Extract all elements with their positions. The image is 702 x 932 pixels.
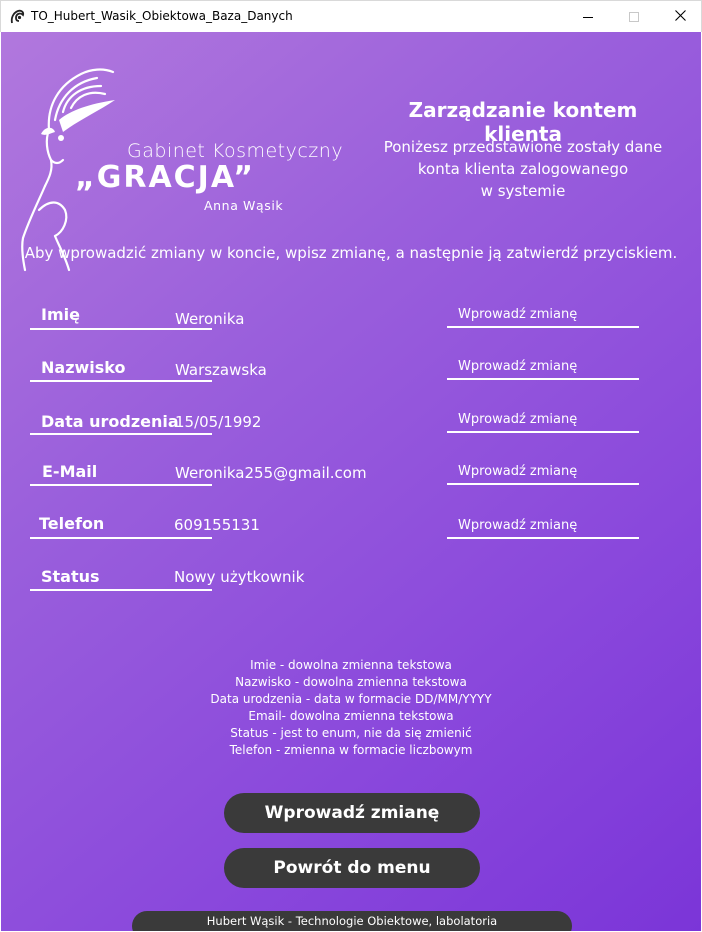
- minimize-icon: [583, 16, 593, 18]
- field-underline: [30, 380, 212, 382]
- minimize-button[interactable]: [565, 1, 611, 33]
- legend-line: Status - jest to enum, nie da się zmieni…: [230, 726, 472, 740]
- window-titlebar: TO_Hubert_Wasik_Obiektowa_Baza_Danych: [0, 0, 702, 32]
- phone-change-input[interactable]: [447, 513, 639, 539]
- field-value-birth-date: 15/05/1992: [175, 413, 262, 431]
- maximize-icon: [629, 12, 639, 22]
- close-icon: [674, 9, 686, 25]
- footer-credits: Hubert Wąsik - Technologie Obiektowe, la…: [132, 911, 572, 931]
- field-value-email: Weronika255@gmail.com: [175, 464, 367, 482]
- field-label-email: E-Mail: [42, 462, 98, 481]
- legend-line: Nazwisko - dowolna zmienna tekstowa: [235, 675, 467, 689]
- field-underline: [30, 433, 212, 435]
- field-label-phone: Telefon: [39, 514, 105, 533]
- field-format-legend: Imie - dowolna zmienna tekstowa Nazwisko…: [1, 657, 701, 759]
- field-label-status: Status: [41, 567, 100, 586]
- subtitle-line: konta klienta zalogowanego: [417, 160, 629, 178]
- salon-name-line2: „GRACJA”: [75, 160, 256, 195]
- legend-line: Telefon - zmienna w formacie liczbowym: [229, 743, 473, 757]
- salon-logo: Gabinet Kosmetyczny „GRACJA” Anna Wąsik: [19, 60, 349, 275]
- instruction-text: Aby wprowadzić zmiany w koncie, wpisz zm…: [24, 244, 678, 262]
- maximize-button[interactable]: [611, 1, 657, 33]
- field-value-first-name: Weronika: [175, 310, 245, 328]
- field-label-birth-date: Data urodzenia: [41, 412, 179, 431]
- salon-name-line1: Gabinet Kosmetyczny: [127, 140, 344, 162]
- last-name-change-input[interactable]: [447, 354, 639, 380]
- app-logo-icon: [9, 9, 25, 25]
- account-management-panel: Gabinet Kosmetyczny „GRACJA” Anna Wąsik …: [1, 32, 701, 931]
- legend-line: Data urodzenia - data w formacie DD/MM/Y…: [210, 692, 492, 706]
- legend-line: Email- dowolna zmienna tekstowa: [248, 709, 454, 723]
- field-underline: [30, 537, 212, 539]
- field-value-status: Nowy użytkownik: [174, 568, 305, 586]
- subtitle-line: w systemie: [480, 182, 566, 200]
- subtitle-line: Poniżesz przedstawione zostały dane: [383, 138, 663, 156]
- birth-date-change-input[interactable]: [447, 407, 639, 433]
- field-value-last-name: Warszawska: [175, 361, 267, 379]
- page-subtitle: Poniżesz przedstawione zostały dane kont…: [373, 136, 673, 202]
- field-underline: [30, 328, 212, 330]
- close-button[interactable]: [657, 1, 702, 33]
- salon-owner: Anna Wąsik: [204, 198, 284, 213]
- field-label-first-name: Imię: [41, 305, 80, 324]
- field-underline: [30, 589, 212, 591]
- field-value-phone: 609155131: [174, 516, 260, 534]
- field-underline: [30, 484, 212, 486]
- window-title: TO_Hubert_Wasik_Obiektowa_Baza_Danych: [31, 9, 293, 23]
- back-to-menu-button[interactable]: Powrót do menu: [224, 848, 480, 888]
- submit-change-button[interactable]: Wprowadź zmianę: [224, 793, 480, 833]
- legend-line: Imie - dowolna zmienna tekstowa: [250, 658, 452, 672]
- email-change-input[interactable]: [447, 459, 639, 485]
- first-name-change-input[interactable]: [447, 302, 639, 328]
- field-label-last-name: Nazwisko: [41, 358, 126, 377]
